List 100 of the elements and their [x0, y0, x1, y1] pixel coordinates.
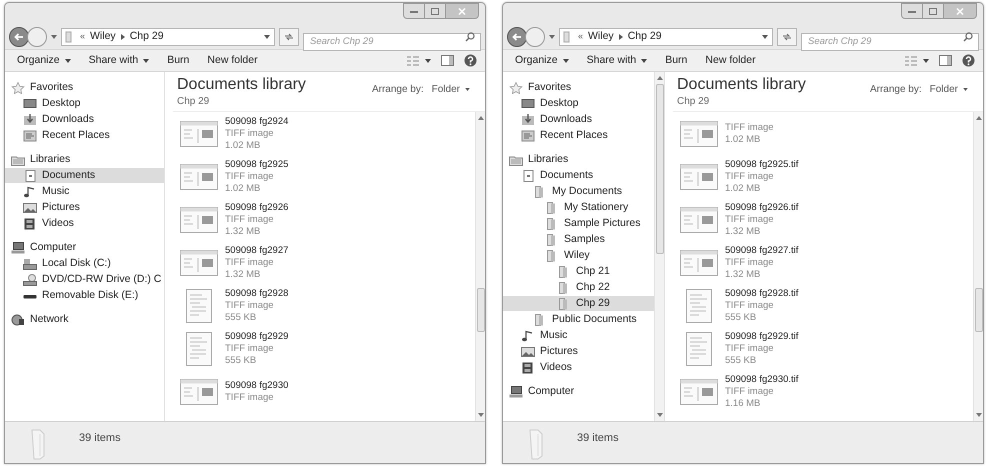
nav-tree-item[interactable]: Desktop: [5, 96, 164, 111]
nav-tree-item[interactable]: Music: [5, 184, 164, 199]
file-item[interactable]: 509098 fg2929.tif TIFF image 555 KB: [679, 328, 973, 369]
toolbar-button[interactable]: Organize: [13, 52, 75, 70]
nav-tree-item[interactable]: Music: [503, 328, 654, 343]
file-item[interactable]: 509098 fg2924 TIFF image 1.02 MB: [179, 113, 475, 154]
nav-tree-item[interactable]: Downloads: [503, 112, 654, 127]
history-dropdown-icon[interactable]: [51, 35, 57, 39]
file-item[interactable]: 509098 fg2929 TIFF image 555 KB: [179, 328, 475, 369]
toolbar-button[interactable]: Burn: [661, 52, 692, 70]
nav-tree-item[interactable]: Chp 29: [503, 296, 654, 311]
nav-tree-item[interactable]: Desktop: [503, 96, 654, 111]
scroll-down-arrow-icon[interactable]: [478, 413, 484, 417]
history-dropdown-icon[interactable]: [549, 35, 555, 39]
nav-tree-item[interactable]: Computer: [503, 384, 654, 399]
nav-tree-item[interactable]: Pictures: [5, 200, 164, 215]
breadcrumb-arrow-icon[interactable]: [618, 34, 623, 40]
nav-tree-item[interactable]: Local Disk (C:): [5, 256, 164, 271]
back-button[interactable]: [9, 27, 29, 47]
toolbar-button[interactable]: New folder: [701, 52, 760, 70]
nav-tree-item[interactable]: DVD/CD-RW Drive (D:) C: [5, 272, 164, 287]
nav-tree-item[interactable]: Recent Places: [503, 128, 654, 143]
arrange-by-dropdown[interactable]: Folder: [428, 82, 473, 97]
file-item[interactable]: 509098 fg2926 TIFF image 1.32 MB: [179, 199, 475, 240]
nav-tree-item[interactable]: Computer: [5, 240, 164, 255]
nav-tree-item[interactable]: Samples: [503, 232, 654, 247]
pictures-icon: [521, 346, 535, 358]
nav-tree-item[interactable]: Libraries: [5, 152, 164, 167]
nav-tree-item[interactable]: Recent Places: [5, 128, 164, 143]
address-bar[interactable]: « Wiley Chp 29: [61, 28, 275, 46]
toolbar-button[interactable]: Organize: [511, 52, 573, 70]
nav-tree-item[interactable]: Downloads: [5, 112, 164, 127]
scrollbar[interactable]: [654, 72, 664, 421]
nav-tree-item[interactable]: Wiley: [503, 248, 654, 263]
breadcrumb-item[interactable]: Chp 29: [628, 29, 662, 45]
file-item[interactable]: 509098 fg2925 TIFF image 1.02 MB: [179, 156, 475, 197]
nav-tree-item[interactable]: Documents: [5, 168, 164, 183]
document-icon: [521, 170, 535, 182]
nav-tree-item[interactable]: My Documents: [503, 184, 654, 199]
nav-tree-item[interactable]: Favorites: [5, 80, 164, 95]
search-field[interactable]: Search Chp 29: [801, 32, 979, 50]
toolbar-button[interactable]: Burn: [163, 52, 194, 70]
nav-tree-item[interactable]: Public Documents: [503, 312, 654, 327]
nav-tree-item[interactable]: Documents: [503, 168, 654, 183]
scroll-down-arrow-icon[interactable]: [976, 413, 982, 417]
breadcrumb-arrow-icon[interactable]: [120, 34, 125, 40]
breadcrumb-item[interactable]: Wiley: [90, 29, 116, 45]
file-item[interactable]: 509098 fg2926.tif TIFF image 1.32 MB: [679, 199, 973, 240]
help-button[interactable]: [464, 52, 477, 70]
file-name: 509098 fg2926.tif: [725, 202, 798, 214]
breadcrumb-item[interactable]: Wiley: [588, 29, 614, 45]
address-dropdown-icon[interactable]: [264, 35, 270, 39]
help-button[interactable]: [962, 52, 975, 70]
address-dropdown-icon[interactable]: [762, 35, 768, 39]
nav-tree-item[interactable]: Favorites: [503, 80, 654, 95]
arrange-by-dropdown[interactable]: Folder: [926, 82, 971, 97]
scroll-up-arrow-icon[interactable]: [976, 116, 982, 120]
toolbar-button[interactable]: Share with: [582, 52, 652, 70]
nav-tree-item[interactable]: Chp 21: [503, 264, 654, 279]
nav-tree-item[interactable]: Videos: [5, 216, 164, 231]
scrollbar-thumb[interactable]: [477, 288, 485, 332]
nav-tree-item[interactable]: Sample Pictures: [503, 216, 654, 231]
overflow-chevron[interactable]: «: [578, 30, 584, 44]
nav-tree-item[interactable]: Libraries: [503, 152, 654, 167]
nav-tree-item[interactable]: Chp 22: [503, 280, 654, 295]
scroll-up-arrow-icon[interactable]: [657, 76, 663, 80]
nav-tree-item[interactable]: Videos: [503, 360, 654, 375]
file-item[interactable]: 509098 fg2927 TIFF image 1.32 MB: [179, 242, 475, 283]
close-button[interactable]: [445, 3, 479, 19]
maximize-button[interactable]: [425, 3, 445, 19]
toolbar-button[interactable]: New folder: [203, 52, 262, 70]
minimize-button[interactable]: [403, 3, 425, 19]
scroll-down-arrow-icon[interactable]: [657, 413, 663, 417]
overflow-chevron[interactable]: «: [80, 30, 86, 44]
file-item[interactable]: 509098 fg2927.tif TIFF image 1.32 MB: [679, 242, 973, 283]
scroll-up-arrow-icon[interactable]: [478, 116, 484, 120]
address-bar[interactable]: « Wiley Chp 29: [559, 28, 773, 46]
back-button[interactable]: [507, 27, 527, 47]
scrollbar[interactable]: [973, 112, 983, 421]
refresh-button[interactable]: [777, 28, 797, 46]
file-item[interactable]: 509098 fg2930.tif TIFF image 1.16 MB: [679, 371, 973, 412]
scrollbar-thumb[interactable]: [656, 84, 664, 254]
nav-tree-item[interactable]: Network: [5, 312, 164, 327]
minimize-button[interactable]: [901, 3, 923, 19]
maximize-button[interactable]: [923, 3, 943, 19]
nav-tree-item[interactable]: Pictures: [503, 344, 654, 359]
file-item[interactable]: 509098 fg2928.tif TIFF image 555 KB: [679, 285, 973, 326]
scrollbar[interactable]: [475, 112, 485, 421]
breadcrumb-item[interactable]: Chp 29: [130, 29, 164, 45]
file-item[interactable]: TIFF image 1.02 MB: [679, 113, 973, 154]
file-item[interactable]: 509098 fg2925.tif TIFF image 1.02 MB: [679, 156, 973, 197]
toolbar-button[interactable]: Share with: [84, 52, 154, 70]
file-item[interactable]: 509098 fg2930 TIFF image: [179, 371, 475, 412]
nav-tree-item[interactable]: My Stationery: [503, 200, 654, 215]
nav-tree-item[interactable]: Removable Disk (E:): [5, 288, 164, 303]
scrollbar-thumb[interactable]: [975, 288, 983, 332]
close-button[interactable]: [943, 3, 977, 19]
search-field[interactable]: Search Chp 29: [303, 32, 481, 50]
refresh-button[interactable]: [279, 28, 299, 46]
file-item[interactable]: 509098 fg2928 TIFF image 555 KB: [179, 285, 475, 326]
